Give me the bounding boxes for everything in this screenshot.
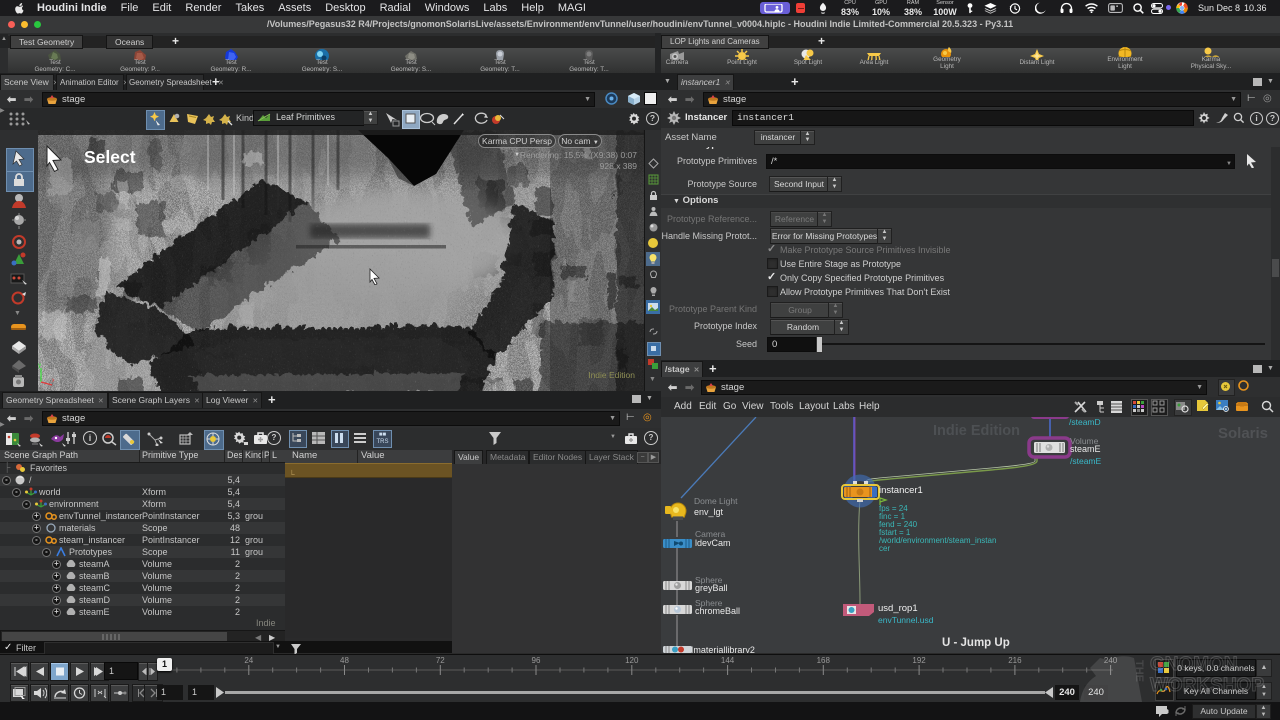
svg-text:y: y bbox=[38, 363, 41, 369]
svg-text:216: 216 bbox=[1008, 656, 1022, 665]
svg-text:192: 192 bbox=[912, 656, 926, 665]
svg-text:96: 96 bbox=[532, 656, 541, 665]
svg-text:168: 168 bbox=[817, 656, 831, 665]
svg-text:120: 120 bbox=[625, 656, 639, 665]
svg-text:144: 144 bbox=[721, 656, 735, 665]
svg-text:24: 24 bbox=[244, 656, 253, 665]
svg-text:x: x bbox=[52, 378, 54, 384]
svg-text:72: 72 bbox=[436, 656, 445, 665]
svg-text:240: 240 bbox=[1104, 656, 1118, 665]
svg-text:48: 48 bbox=[340, 656, 349, 665]
